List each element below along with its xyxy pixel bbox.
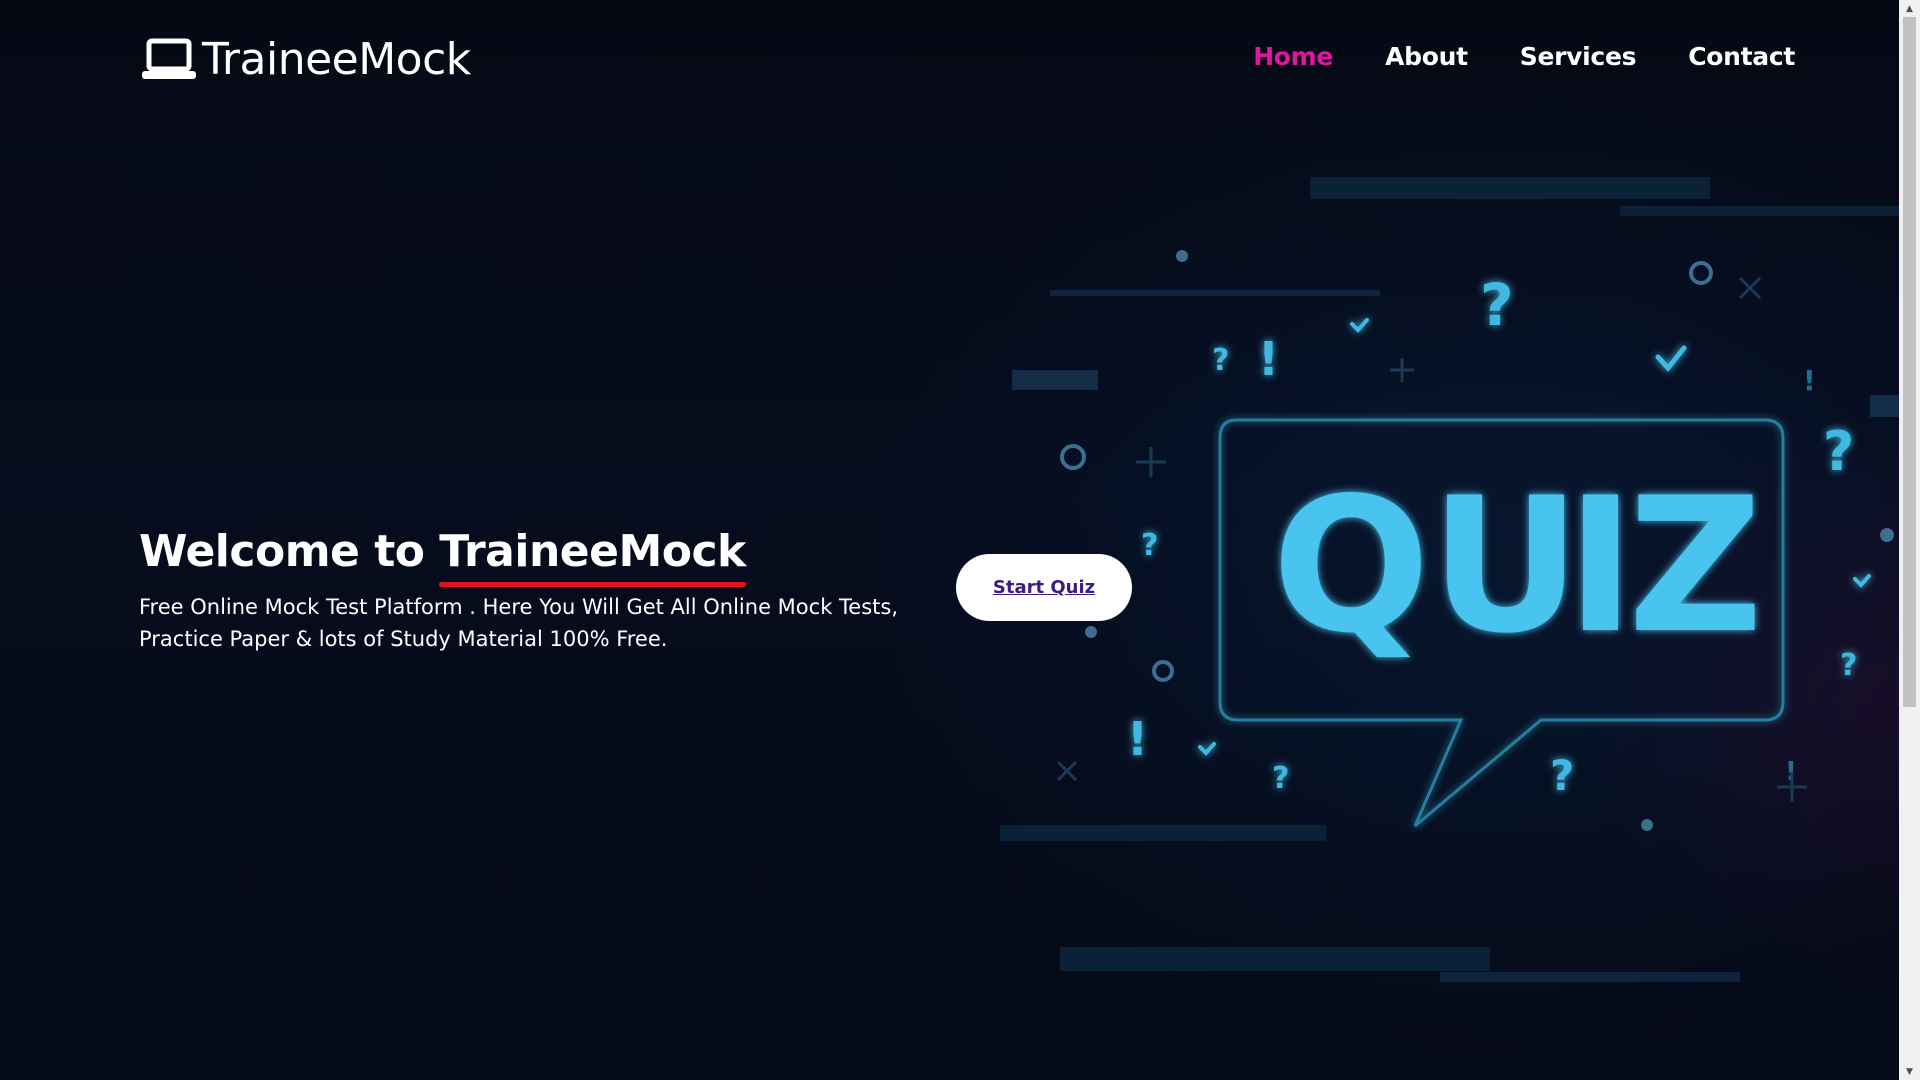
- svg-text:!: !: [1127, 712, 1148, 766]
- svg-text:?: ?: [1550, 751, 1574, 800]
- svg-text:!: !: [1258, 332, 1279, 386]
- svg-text:?: ?: [1840, 648, 1857, 683]
- svg-text:?: ?: [1212, 343, 1229, 378]
- svg-text:!: !: [1803, 364, 1816, 397]
- svg-text:U: U: [1430, 457, 1581, 674]
- nav-services[interactable]: Services: [1520, 42, 1637, 71]
- main-nav: Home About Services Contact: [1253, 42, 1795, 71]
- logo-text: TraineeMock: [202, 34, 471, 85]
- scroll-down-icon[interactable]: ▼: [1899, 1063, 1920, 1080]
- hero-section: Welcome to TraineeMock Free Online Mock …: [139, 526, 939, 655]
- svg-text:?: ?: [1272, 761, 1289, 796]
- hero-title-brand: TraineeMock: [439, 526, 746, 587]
- nav-home[interactable]: Home: [1253, 42, 1333, 71]
- site-logo[interactable]: TraineeMock: [140, 30, 471, 90]
- svg-text:?: ?: [1141, 528, 1158, 563]
- scroll-up-icon[interactable]: ▲: [1899, 0, 1920, 17]
- hero-description: Free Online Mock Test Platform . Here Yo…: [139, 594, 898, 651]
- laptop-icon: [142, 38, 196, 79]
- quiz-word: Q: [1272, 457, 1426, 674]
- svg-text:Z: Z: [1628, 457, 1763, 674]
- hero-title: Welcome to TraineeMock: [139, 526, 939, 587]
- svg-text:I: I: [1566, 457, 1635, 674]
- page-viewport: TraineeMock Home About Services Contact …: [0, 0, 1899, 1080]
- scrollbar-thumb[interactable]: [1903, 17, 1916, 707]
- hero-title-prefix: Welcome to: [139, 526, 440, 577]
- svg-text:?: ?: [1823, 420, 1854, 483]
- nav-about[interactable]: About: [1385, 42, 1468, 71]
- svg-text:?: ?: [1480, 271, 1514, 339]
- vertical-scrollbar[interactable]: ▲ ▼: [1899, 0, 1920, 1080]
- quiz-speech-bubble-illustration: Q U I Z ? ? ? ? ? ? ? ! ! ! !: [1000, 177, 1899, 982]
- nav-contact[interactable]: Contact: [1688, 42, 1795, 71]
